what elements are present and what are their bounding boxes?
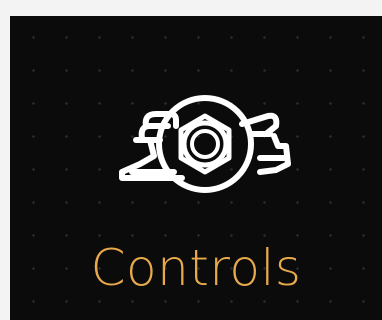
controls-valve-icon (110, 80, 300, 210)
controls-label: Controls (90, 239, 302, 297)
page: Controls (0, 0, 382, 320)
controls-tile[interactable]: Controls (10, 16, 382, 320)
